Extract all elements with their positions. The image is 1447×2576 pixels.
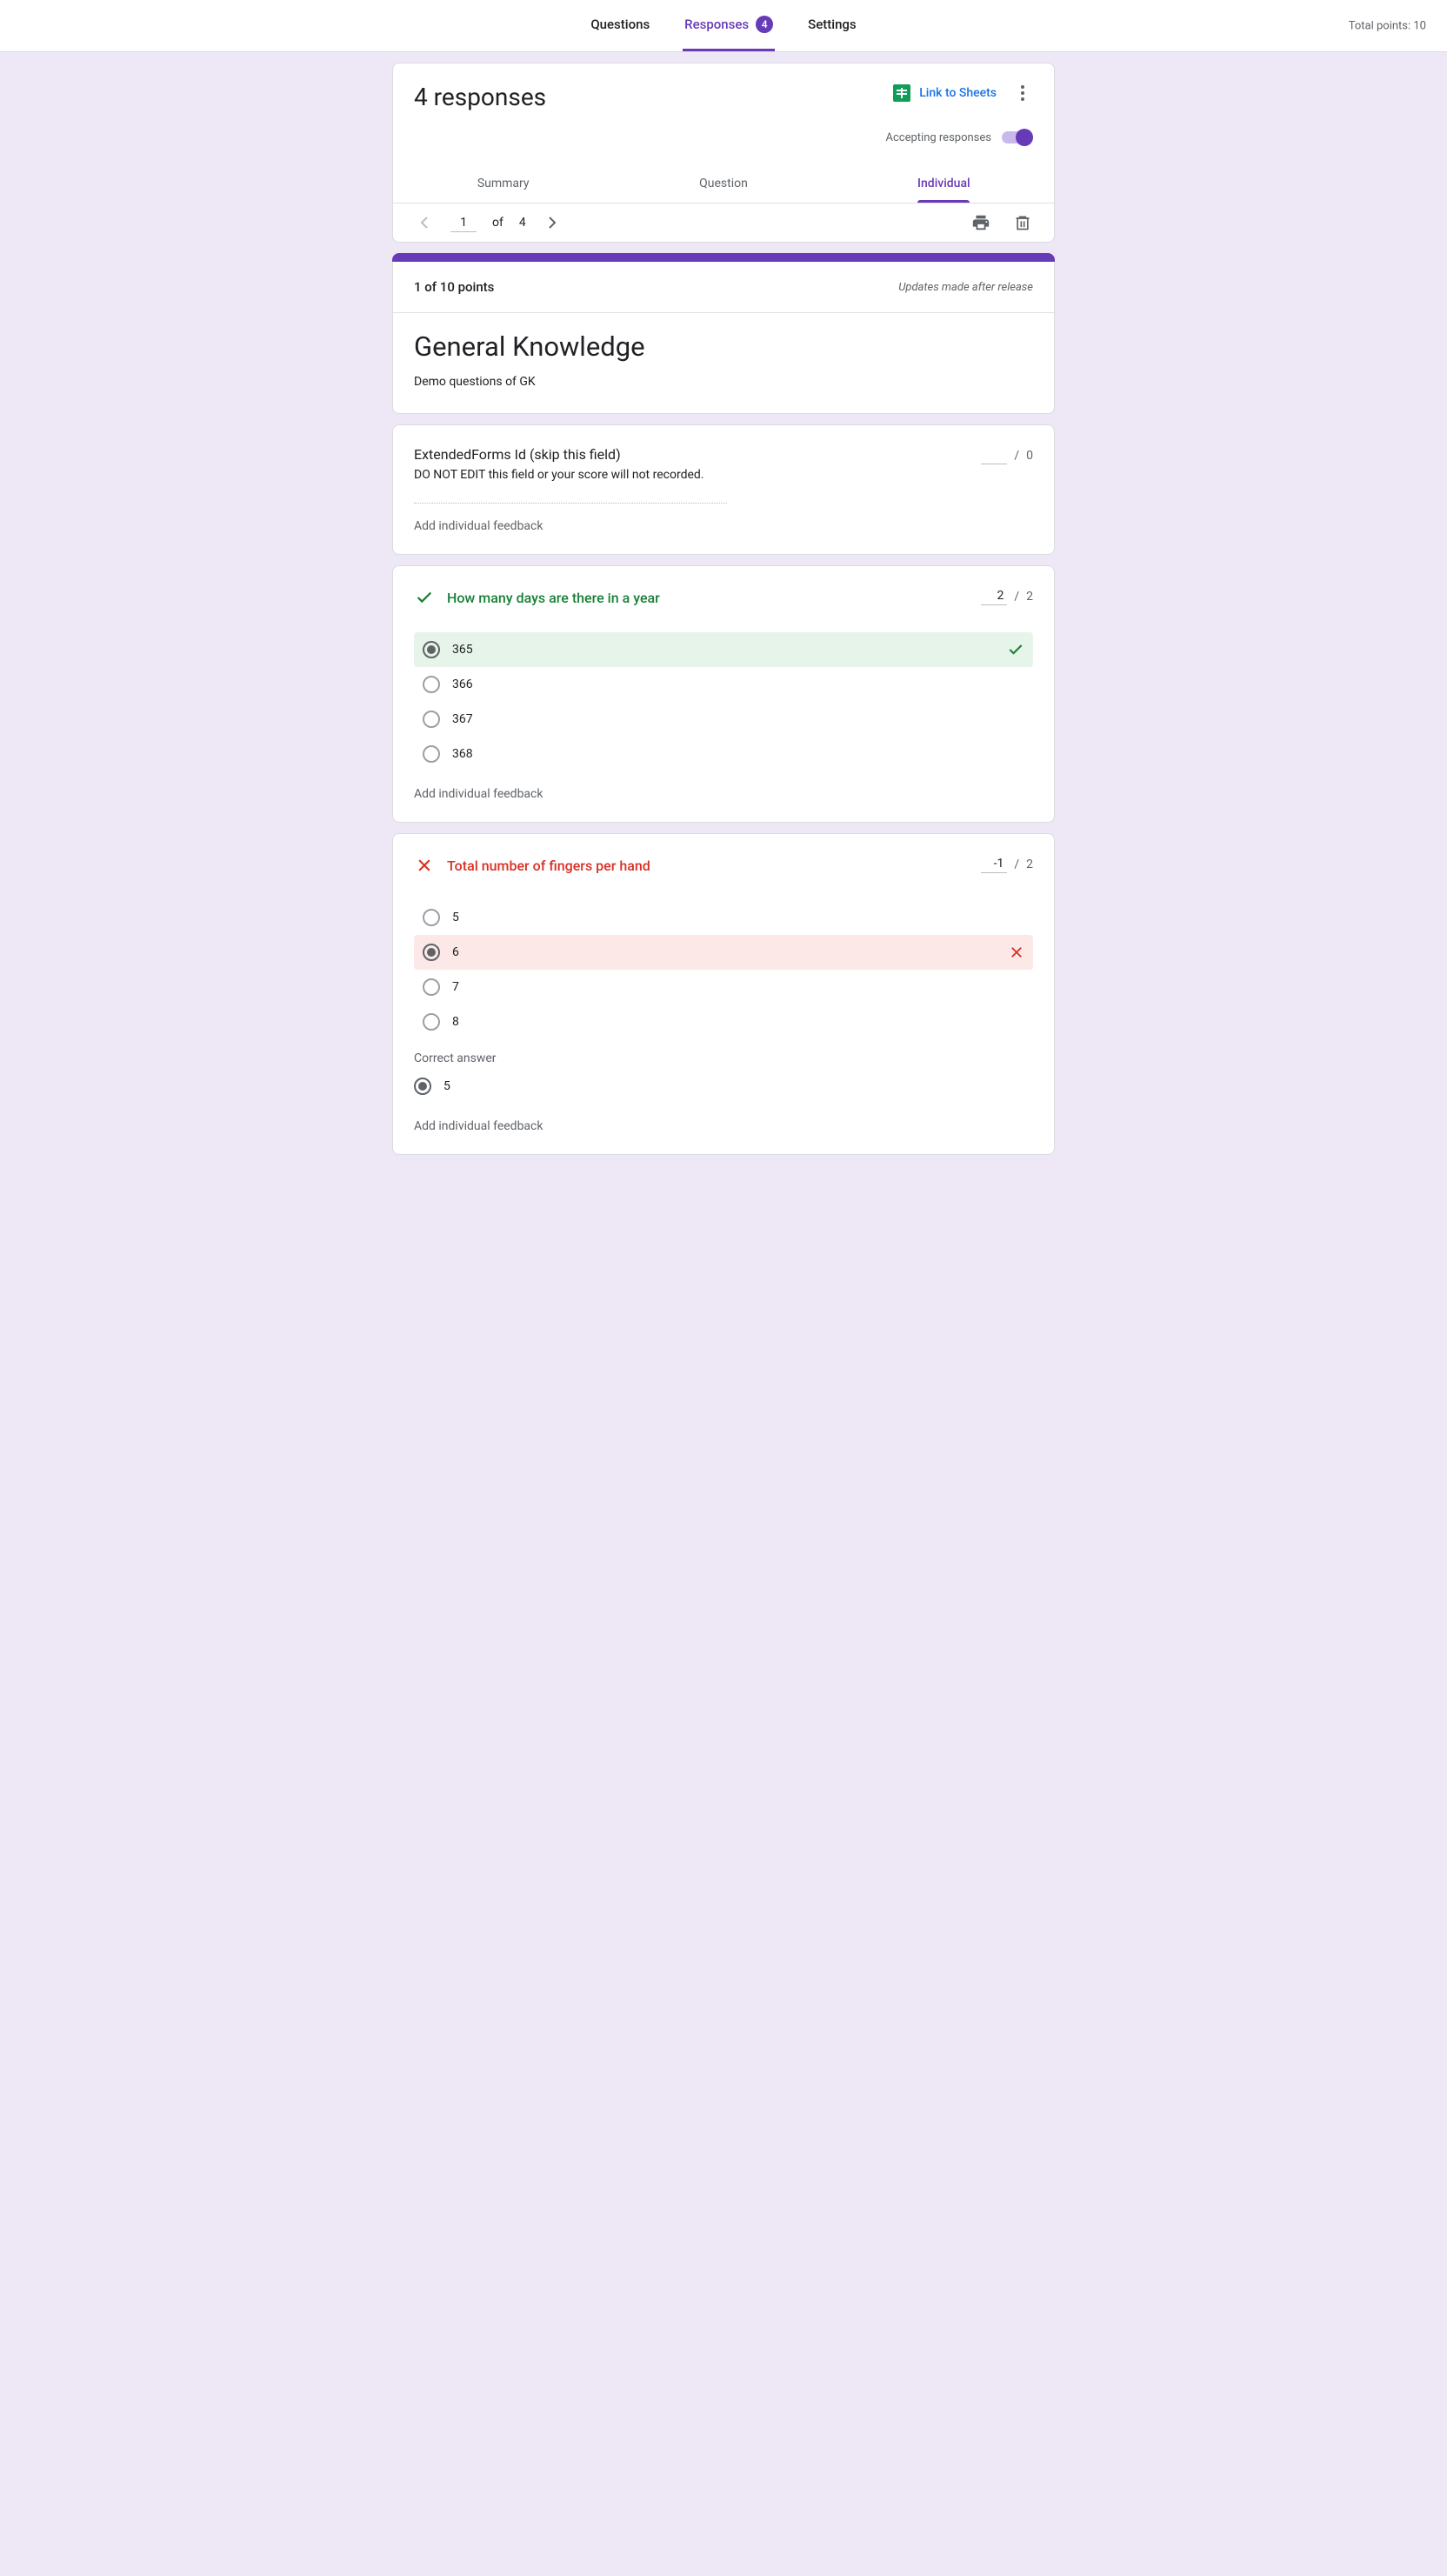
responses-card: 4 responses Link to Sheets Accepting res… xyxy=(392,63,1055,243)
pager-total: 4 xyxy=(519,216,526,230)
points-input[interactable]: -1 xyxy=(981,855,1007,873)
updates-note: Updates made after release xyxy=(898,281,1033,294)
radio-unselected-icon xyxy=(423,1013,440,1031)
responses-tab-individual[interactable]: Individual xyxy=(834,164,1054,203)
score-summary: 1 of 10 points xyxy=(414,279,494,295)
add-feedback-button[interactable]: Add individual feedback xyxy=(414,787,1033,801)
responses-tab-question[interactable]: Question xyxy=(613,164,833,203)
option-8[interactable]: 8 xyxy=(414,1004,1033,1039)
question-subtext: DO NOT EDIT this field or your score wil… xyxy=(414,468,703,482)
option-365[interactable]: 365 xyxy=(414,632,1033,667)
tab-settings[interactable]: Settings xyxy=(806,0,858,51)
option-6[interactable]: 6 xyxy=(414,935,1033,970)
responses-count-badge: 4 xyxy=(756,16,773,33)
option-label: 7 xyxy=(452,980,459,994)
top-tabs-bar: Questions Responses 4 Settings Total poi… xyxy=(0,0,1447,52)
option-7[interactable]: 7 xyxy=(414,970,1033,1004)
print-button[interactable] xyxy=(970,212,991,233)
radio-selected-icon xyxy=(414,1078,431,1095)
total-points-label: Total points: 10 xyxy=(1349,19,1426,32)
prev-response-button[interactable] xyxy=(414,212,435,233)
more-menu-button[interactable] xyxy=(1012,83,1033,103)
correct-answer-label: Correct answer xyxy=(414,1051,1033,1065)
radio-unselected-icon xyxy=(423,676,440,693)
delete-button[interactable] xyxy=(1012,212,1033,233)
radio-unselected-icon xyxy=(423,745,440,763)
responses-tab-summary[interactable]: Summary xyxy=(393,164,613,203)
tab-responses-label: Responses xyxy=(684,17,749,32)
option-label: 5 xyxy=(443,1079,450,1093)
form-header-card: 1 of 10 points Updates made after releas… xyxy=(392,253,1055,414)
check-icon xyxy=(1007,641,1024,658)
x-icon xyxy=(1009,944,1024,960)
points-max: 2 xyxy=(1026,590,1033,604)
points-max: 0 xyxy=(1026,449,1033,463)
option-label: 368 xyxy=(452,747,473,761)
accepting-responses-label: Accepting responses xyxy=(886,131,992,144)
tab-responses[interactable]: Responses 4 xyxy=(683,0,775,51)
slash-label: / xyxy=(1014,449,1019,463)
response-number-input[interactable]: 1 xyxy=(450,214,477,232)
radio-unselected-icon xyxy=(423,711,440,728)
radio-selected-icon xyxy=(423,641,440,658)
question-title: Total number of fingers per hand xyxy=(447,858,650,874)
radio-selected-icon xyxy=(423,944,440,961)
form-accent-bar xyxy=(392,253,1055,262)
question-card-extid: ExtendedForms Id (skip this field) DO NO… xyxy=(392,424,1055,555)
option-368[interactable]: 368 xyxy=(414,737,1033,771)
points-max: 2 xyxy=(1026,858,1033,871)
question-card-days: How many days are there in a year 2 / 2 … xyxy=(392,565,1055,823)
points-input[interactable]: 2 xyxy=(981,587,1007,605)
add-feedback-button[interactable]: Add individual feedback xyxy=(414,1119,1033,1133)
trash-icon xyxy=(1014,213,1031,232)
form-title: General Knowledge xyxy=(414,330,1033,363)
radio-unselected-icon xyxy=(423,909,440,926)
sheets-icon xyxy=(893,84,910,102)
points-input[interactable] xyxy=(981,446,1007,464)
link-to-sheets-button[interactable]: Link to Sheets xyxy=(893,84,997,102)
option-366[interactable]: 366 xyxy=(414,667,1033,702)
option-367[interactable]: 367 xyxy=(414,702,1033,737)
accepting-responses-toggle[interactable] xyxy=(1002,129,1033,146)
option-label: 5 xyxy=(452,911,459,924)
check-icon xyxy=(414,587,435,608)
question-title: How many days are there in a year xyxy=(447,590,660,606)
x-icon xyxy=(414,855,435,876)
print-icon xyxy=(971,213,990,232)
chevron-left-icon xyxy=(420,216,429,230)
responses-title: 4 responses xyxy=(414,83,546,111)
option-label: 367 xyxy=(452,712,473,726)
slash-label: / xyxy=(1014,590,1019,604)
pager-of-label: of xyxy=(492,216,503,230)
option-5[interactable]: 5 xyxy=(414,900,1033,935)
correct-answer-option: 5 xyxy=(414,1069,1033,1104)
form-description: Demo questions of GK xyxy=(414,375,1033,389)
link-to-sheets-label: Link to Sheets xyxy=(919,86,997,100)
question-card-fingers: Total number of fingers per hand -1 / 2 … xyxy=(392,833,1055,1155)
option-label: 6 xyxy=(452,945,459,959)
question-title: ExtendedForms Id (skip this field) xyxy=(414,446,703,463)
next-response-button[interactable] xyxy=(542,212,563,233)
slash-label: / xyxy=(1014,858,1019,871)
add-feedback-button[interactable]: Add individual feedback xyxy=(414,519,1033,533)
option-label: 366 xyxy=(452,677,473,691)
radio-unselected-icon xyxy=(423,978,440,996)
answer-line xyxy=(414,503,727,504)
chevron-right-icon xyxy=(548,216,557,230)
option-label: 8 xyxy=(452,1015,459,1029)
option-label: 365 xyxy=(452,643,473,657)
tab-questions[interactable]: Questions xyxy=(589,0,651,51)
